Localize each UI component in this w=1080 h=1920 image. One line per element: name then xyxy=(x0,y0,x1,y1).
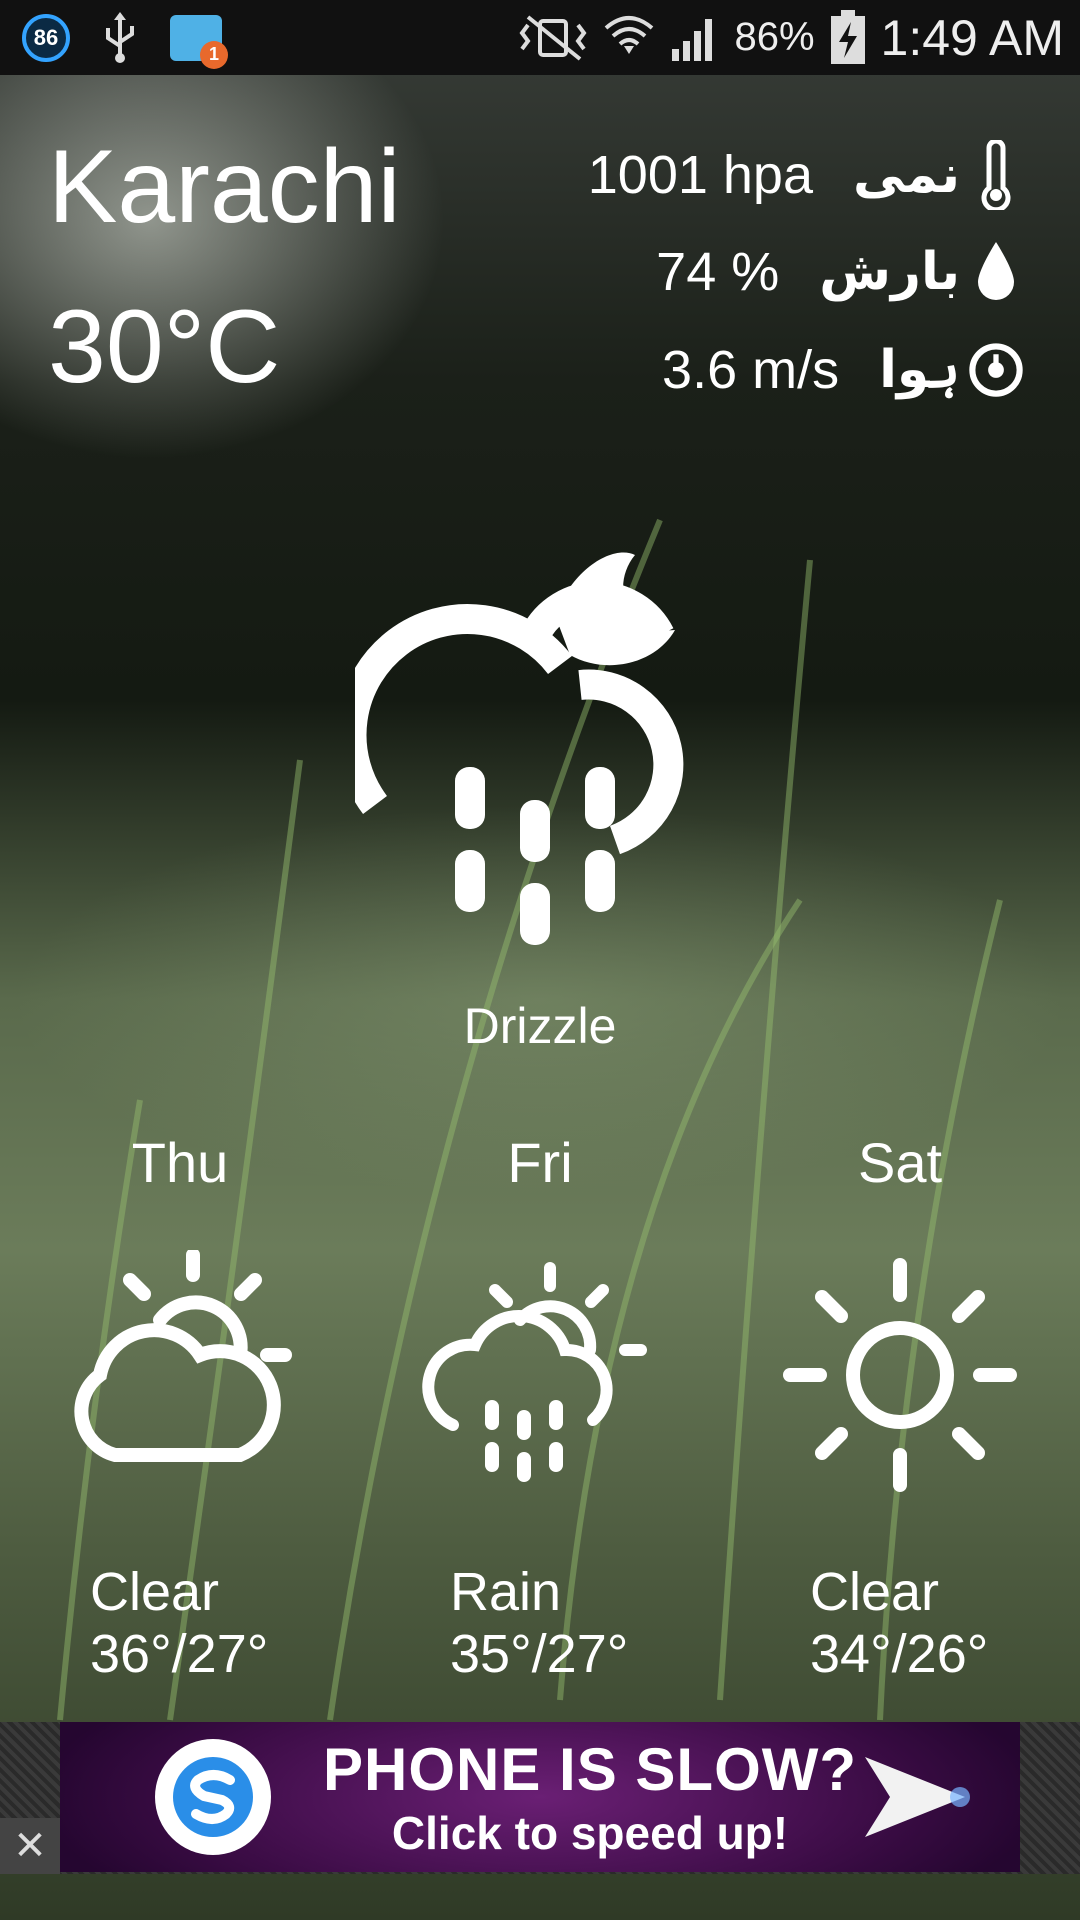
current-condition: Drizzle xyxy=(463,998,617,1054)
clock: 1:49 AM xyxy=(880,9,1064,66)
forecast-condition-fri: Rain xyxy=(450,1562,562,1622)
sun-icon xyxy=(783,1258,1017,1492)
forecast-day-thu: Thu xyxy=(131,1131,229,1194)
thermometer-icon xyxy=(968,140,1024,210)
wind-icon xyxy=(968,335,1024,405)
ad-banner[interactable]: PHONE IS SLOW? Click to speed up! xyxy=(60,1722,1020,1872)
humidity-value: 74 % xyxy=(656,242,780,302)
ad-logo-icon xyxy=(155,1739,271,1855)
message-count-badge: 1 xyxy=(200,40,228,69)
forecast-condition-thu: Clear xyxy=(90,1562,220,1622)
battery-charging-icon xyxy=(830,9,865,64)
pressure-value: 1001 hpa xyxy=(587,145,813,205)
wind-label: ہوا xyxy=(879,340,960,400)
pressure-row: 1001 hpa نمی xyxy=(553,135,1024,215)
messages-icon: 1 xyxy=(170,14,228,69)
pressure-label: نمی xyxy=(853,145,960,205)
humidity-row: 74 % بارش xyxy=(519,232,1024,312)
forecast-day-sat: Sat xyxy=(857,1131,943,1194)
moon-cloud-rain-icon xyxy=(355,552,684,945)
current-temperature: 30°C xyxy=(48,289,281,405)
wifi-icon xyxy=(605,15,654,54)
forecast-range-fri: 35°/27° xyxy=(450,1624,629,1684)
partly-cloudy-icon xyxy=(74,1250,292,1462)
ad-title: PHONE IS SLOW? xyxy=(323,1735,858,1803)
forecast-day-fri: Fri xyxy=(507,1131,573,1194)
sun-cloud-rain-icon xyxy=(422,1262,647,1482)
ad-close-button[interactable]: ✕ xyxy=(0,1818,60,1874)
forecast-range-thu: 36°/27° xyxy=(90,1624,269,1684)
vibrate-mute-icon xyxy=(519,14,587,61)
wind-row: 3.6 m/s ہوا xyxy=(579,330,1024,410)
droplet-icon xyxy=(968,237,1024,307)
ad-subtitle: Click to speed up! xyxy=(391,1806,789,1859)
notification-86-icon: 86 xyxy=(22,13,70,62)
signal-icon xyxy=(672,18,713,61)
humidity-label: بارش xyxy=(819,242,960,302)
usb-icon xyxy=(106,11,134,63)
status-bar: 86 1 86% 1:49 AM xyxy=(0,0,1080,75)
battery-percent: 86% xyxy=(734,15,815,59)
city-name[interactable]: Karachi xyxy=(48,135,401,239)
forecast-condition-sat: Clear xyxy=(810,1562,940,1622)
forecast-range-sat: 34°/26° xyxy=(810,1624,989,1684)
wind-value: 3.6 m/s xyxy=(662,340,840,400)
arrow-right-icon xyxy=(865,1757,970,1837)
